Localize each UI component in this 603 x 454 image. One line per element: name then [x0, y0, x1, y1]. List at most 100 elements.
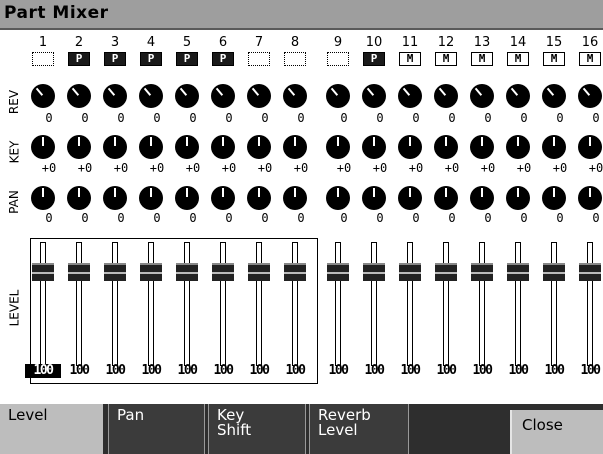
- rev-knob[interactable]: [434, 84, 458, 108]
- level-fader-track[interactable]: [515, 242, 521, 366]
- part-status-badge[interactable]: P: [68, 52, 90, 66]
- rev-knob[interactable]: [67, 84, 91, 108]
- level-fader-knob[interactable]: [284, 263, 306, 281]
- pan-knob[interactable]: [326, 186, 350, 210]
- key-knob[interactable]: [283, 135, 307, 159]
- key-knob[interactable]: [211, 135, 235, 159]
- level-fader-knob[interactable]: [68, 263, 90, 281]
- tab-pan[interactable]: Pan: [108, 404, 205, 454]
- pan-knob[interactable]: [578, 186, 602, 210]
- part-status-badge[interactable]: P: [176, 52, 198, 66]
- key-knob[interactable]: [542, 135, 566, 159]
- rev-knob[interactable]: [247, 84, 271, 108]
- key-knob[interactable]: [470, 135, 494, 159]
- pan-knob[interactable]: [103, 186, 127, 210]
- part-status-badge[interactable]: [284, 52, 306, 66]
- tab-key-shift[interactable]: Key Shift: [208, 404, 306, 454]
- pan-knob[interactable]: [398, 186, 422, 210]
- pan-knob[interactable]: [542, 186, 566, 210]
- pan-knob[interactable]: [67, 186, 91, 210]
- rev-knob[interactable]: [362, 84, 386, 108]
- pan-knob[interactable]: [31, 186, 55, 210]
- level-fader-knob[interactable]: [140, 263, 162, 281]
- tab-reverb-level[interactable]: Reverb Level: [309, 404, 409, 454]
- key-knob[interactable]: [67, 135, 91, 159]
- level-fader-track[interactable]: [40, 242, 46, 366]
- part-status-badge[interactable]: M: [579, 52, 601, 66]
- rev-knob[interactable]: [542, 84, 566, 108]
- close-button[interactable]: Close: [510, 410, 603, 454]
- part-status-badge[interactable]: [32, 52, 54, 66]
- pan-knob[interactable]: [434, 186, 458, 210]
- rev-knob[interactable]: [326, 84, 350, 108]
- level-fader-track[interactable]: [335, 242, 341, 366]
- level-fader-knob[interactable]: [32, 263, 54, 281]
- part-status-badge[interactable]: M: [399, 52, 421, 66]
- key-knob[interactable]: [139, 135, 163, 159]
- level-fader-knob[interactable]: [579, 263, 601, 281]
- level-fader-knob[interactable]: [471, 263, 493, 281]
- pan-knob[interactable]: [211, 186, 235, 210]
- key-knob[interactable]: [398, 135, 422, 159]
- key-knob[interactable]: [578, 135, 602, 159]
- key-knob[interactable]: [103, 135, 127, 159]
- level-fader-track[interactable]: [587, 242, 593, 366]
- rev-knob[interactable]: [398, 84, 422, 108]
- pan-knob[interactable]: [362, 186, 386, 210]
- pan-knob[interactable]: [506, 186, 530, 210]
- part-status-badge[interactable]: M: [471, 52, 493, 66]
- level-fader-track[interactable]: [551, 242, 557, 366]
- key-knob[interactable]: [31, 135, 55, 159]
- key-knob[interactable]: [175, 135, 199, 159]
- level-fader-knob[interactable]: [104, 263, 126, 281]
- part-status-badge[interactable]: M: [507, 52, 529, 66]
- rev-knob[interactable]: [506, 84, 530, 108]
- level-fader-knob[interactable]: [435, 263, 457, 281]
- rev-knob[interactable]: [283, 84, 307, 108]
- rev-knob[interactable]: [470, 84, 494, 108]
- level-fader-knob[interactable]: [212, 263, 234, 281]
- level-fader-track[interactable]: [184, 242, 190, 366]
- rev-knob[interactable]: [175, 84, 199, 108]
- key-knob[interactable]: [434, 135, 458, 159]
- pan-knob[interactable]: [470, 186, 494, 210]
- part-status-badge[interactable]: P: [104, 52, 126, 66]
- pan-knob[interactable]: [283, 186, 307, 210]
- key-knob[interactable]: [247, 135, 271, 159]
- pan-knob[interactable]: [175, 186, 199, 210]
- rev-knob[interactable]: [139, 84, 163, 108]
- level-fader-knob[interactable]: [176, 263, 198, 281]
- level-fader-knob[interactable]: [363, 263, 385, 281]
- rev-knob[interactable]: [211, 84, 235, 108]
- rev-knob[interactable]: [103, 84, 127, 108]
- rev-knob[interactable]: [31, 84, 55, 108]
- pan-knob[interactable]: [139, 186, 163, 210]
- part-status-badge[interactable]: [327, 52, 349, 66]
- level-fader-track[interactable]: [371, 242, 377, 366]
- tab-level[interactable]: Level: [0, 404, 103, 454]
- key-knob[interactable]: [326, 135, 350, 159]
- part-status-badge[interactable]: P: [363, 52, 385, 66]
- rev-knob[interactable]: [578, 84, 602, 108]
- level-fader-track[interactable]: [148, 242, 154, 366]
- level-fader-knob[interactable]: [507, 263, 529, 281]
- key-knob[interactable]: [362, 135, 386, 159]
- level-fader-track[interactable]: [220, 242, 226, 366]
- level-fader-knob[interactable]: [248, 263, 270, 281]
- pan-knob[interactable]: [247, 186, 271, 210]
- part-status-badge[interactable]: P: [140, 52, 162, 66]
- level-fader-track[interactable]: [292, 242, 298, 366]
- part-status-badge[interactable]: P: [212, 52, 234, 66]
- part-status-badge[interactable]: [248, 52, 270, 66]
- part-status-badge[interactable]: M: [543, 52, 565, 66]
- level-fader-knob[interactable]: [543, 263, 565, 281]
- level-fader-track[interactable]: [407, 242, 413, 366]
- part-status-badge[interactable]: M: [435, 52, 457, 66]
- level-fader-track[interactable]: [112, 242, 118, 366]
- level-fader-knob[interactable]: [399, 263, 421, 281]
- level-fader-track[interactable]: [443, 242, 449, 366]
- level-fader-track[interactable]: [479, 242, 485, 366]
- level-fader-track[interactable]: [256, 242, 262, 366]
- level-fader-knob[interactable]: [327, 263, 349, 281]
- key-knob[interactable]: [506, 135, 530, 159]
